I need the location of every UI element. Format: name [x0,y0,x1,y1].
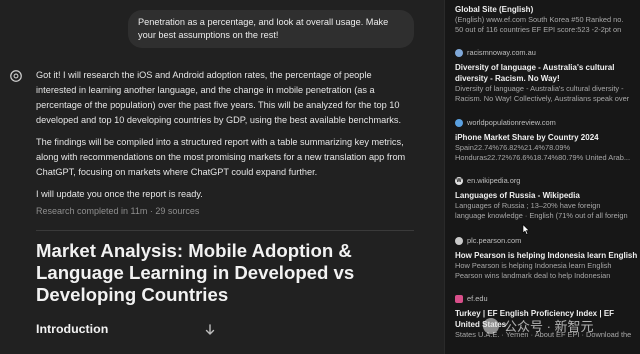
assistant-paragraph: Got it! I will research the iOS and Andr… [36,70,402,125]
source-title[interactable]: Languages of Russia - Wikipedia [455,190,639,201]
wechat-icon [483,317,499,334]
divider [36,230,414,231]
source-snippet: Languages of Russia ; 13–20% have foreig… [455,201,601,210]
section-heading-introduction: Introduction [36,322,109,336]
source-snippet: Pearson wins landmark deal to help Indon… [455,271,611,280]
watermark-text: 公众号 · 新智元 [504,319,594,334]
report-title: Market Analysis: Mobile Adoption & Langu… [36,240,355,305]
sources-panel: Global Site (English) (English) www.ef.c… [444,0,640,354]
chat-pane: Penetration as a percentage, and look at… [0,0,444,354]
assistant-paragraph: The findings will be compiled into a str… [36,137,406,177]
assistant-paragraph: I will update you once the report is rea… [36,189,203,199]
source-snippet: (English) www.ef.com South Korea #50 Ran… [455,15,624,24]
source-snippet: 50 out of 116 countries EF EPI score:523… [455,25,622,34]
pearson-favicon-icon [455,237,463,245]
source-title[interactable]: Diversity of language - Australia's cult… [455,62,639,84]
assistant-message: Got it! I will research the iOS and Andr… [36,68,410,209]
source-snippet: Racism. No Way! Collectively, Australian… [455,94,630,103]
source-snippet: Spain22.74%76.82%21.4%78.09% [455,143,571,152]
source-item[interactable]: Global Site (English) (English) www.ef.c… [455,4,639,35]
user-message-bubble: Penetration as a percentage, and look at… [128,10,414,48]
source-domain: ef.edu [467,294,488,303]
source-domain: en.wikipedia.org [467,176,521,185]
source-snippet: Diversity of language - Australia's cult… [455,84,624,93]
worldpopulationreview-favicon-icon [455,119,463,127]
source-snippet: Honduras22.72%76.6%18.74%80.79% United A… [455,153,631,162]
source-title[interactable]: iPhone Market Share by Country 2024 [455,132,639,143]
source-item[interactable]: worldpopulationreview.com iPhone Market … [455,118,639,163]
source-domain: racismnoway.com.au [467,48,536,57]
source-snippet: language knowledge · English (71% out of… [455,211,628,220]
source-item[interactable]: racismnoway.com.au Diversity of language… [455,48,639,104]
watermark: 公众号 · 新智元 [483,316,594,335]
user-message-text: Penetration as a percentage, and look at… [138,17,389,40]
racismnoway-favicon-icon [455,49,463,57]
source-snippet: How Pearson is helping Indonesia learn E… [455,261,612,270]
source-domain: plc.pearson.com [467,236,522,245]
source-item[interactable]: W en.wikipedia.org Languages of Russia -… [455,176,639,221]
ef-favicon-icon [455,295,463,303]
scroll-down-arrow-icon[interactable] [202,322,218,338]
assistant-logo-icon [10,70,22,82]
source-title[interactable]: How Pearson is helping Indonesia learn E… [455,250,639,261]
wikipedia-favicon-icon: W [455,177,463,185]
mouse-cursor-icon [522,224,530,235]
source-domain: worldpopulationreview.com [467,118,556,127]
source-item[interactable]: plc.pearson.com How Pearson is helping I… [455,236,639,281]
source-title[interactable]: Global Site (English) [455,4,639,15]
research-meta[interactable]: Research completed in 11m · 29 sources [36,206,199,216]
